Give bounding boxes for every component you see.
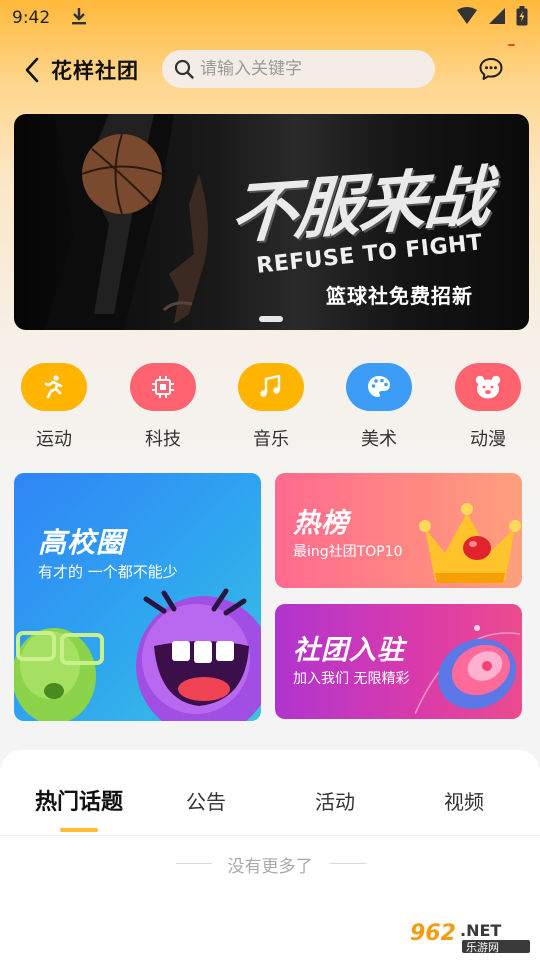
tab-videos[interactable]: 视频 (424, 786, 504, 815)
chat-bubble-icon (479, 58, 503, 80)
divider-right (330, 863, 366, 864)
download-icon (70, 6, 88, 31)
campus-card-subtitle: 有才的 一个都不能少 (38, 563, 178, 581)
category-sports-label: 运动 (36, 429, 72, 450)
category-music-label: 音乐 (253, 429, 289, 450)
message-button[interactable] (478, 56, 504, 82)
svg-text:乐游网: 乐游网 (466, 941, 499, 954)
join-club-card[interactable]: 社团入驻 加入我们 无限精彩 (275, 604, 522, 719)
join-card-subtitle: 加入我们 无限精彩 (293, 671, 410, 687)
carousel-indicator (259, 316, 283, 322)
active-tab-indicator (60, 828, 98, 832)
category-tech[interactable]: 科技 (130, 363, 196, 451)
category-tech-label: 科技 (145, 429, 181, 450)
wifi-icon (456, 6, 478, 30)
svg-text:.NET: .NET (460, 921, 501, 940)
category-music-bg (238, 363, 304, 411)
crown-icon (419, 503, 521, 583)
chip-icon (152, 376, 174, 398)
back-button[interactable] (18, 54, 46, 86)
status-bar: 9:42 (0, 0, 540, 36)
category-sports[interactable]: 运动 (21, 363, 87, 451)
music-note-icon (260, 374, 281, 397)
category-sports-bg (21, 363, 87, 411)
hot-list-card[interactable]: 热榜 最ing社团TOP10 (275, 473, 522, 588)
campus-card-title: 高校圈 (38, 526, 126, 559)
tab-bar: 热门话题 公告 活动 视频 (0, 750, 540, 836)
category-tech-bg (130, 363, 196, 411)
page-title: 花样社团 (51, 59, 139, 83)
top-bar: 花样社团 (0, 48, 540, 92)
category-music[interactable]: 音乐 (238, 363, 304, 451)
campus-circle-card[interactable]: 高校圈 有才的 一个都不能少 (14, 473, 261, 721)
category-art-bg (346, 363, 412, 411)
notification-dot (508, 44, 515, 46)
chevron-left-icon (25, 57, 39, 83)
bear-icon (475, 375, 501, 399)
promo-banner[interactable]: 不服来战 REFUSE TO FIGHT 篮球社免费招新 (14, 114, 529, 330)
battery-icon (516, 5, 528, 31)
cartoon-monsters-illustration (14, 588, 261, 721)
banner-subtitle-cn: 篮球社免费招新 (326, 284, 473, 308)
watermark-logo: 962 .NET 乐游网 (400, 912, 536, 956)
category-anime-label: 动漫 (470, 429, 506, 450)
status-time: 9:42 (12, 8, 51, 28)
palette-icon (368, 376, 390, 397)
search-icon (174, 59, 194, 79)
category-anime[interactable]: 动漫 (455, 363, 521, 451)
basketball-player-image (44, 114, 208, 330)
bowl-illustration (415, 625, 521, 715)
hot-card-title: 热榜 (293, 508, 349, 539)
category-anime-bg (455, 363, 521, 411)
tab-announcements[interactable]: 公告 (166, 786, 246, 815)
hot-card-subtitle: 最ing社团TOP10 (293, 544, 403, 560)
category-art-label: 美术 (361, 429, 397, 450)
search-input[interactable] (200, 59, 420, 79)
svg-text:962: 962 (410, 921, 456, 946)
category-art[interactable]: 美术 (346, 363, 412, 451)
empty-state-text: 没有更多了 (227, 857, 313, 877)
tab-hot-topics[interactable]: 热门话题 (29, 784, 129, 816)
search-bar[interactable] (162, 50, 435, 88)
tab-activities[interactable]: 活动 (295, 786, 375, 815)
join-card-title: 社团入驻 (293, 635, 405, 666)
running-icon (44, 375, 63, 399)
signal-icon (488, 7, 506, 30)
